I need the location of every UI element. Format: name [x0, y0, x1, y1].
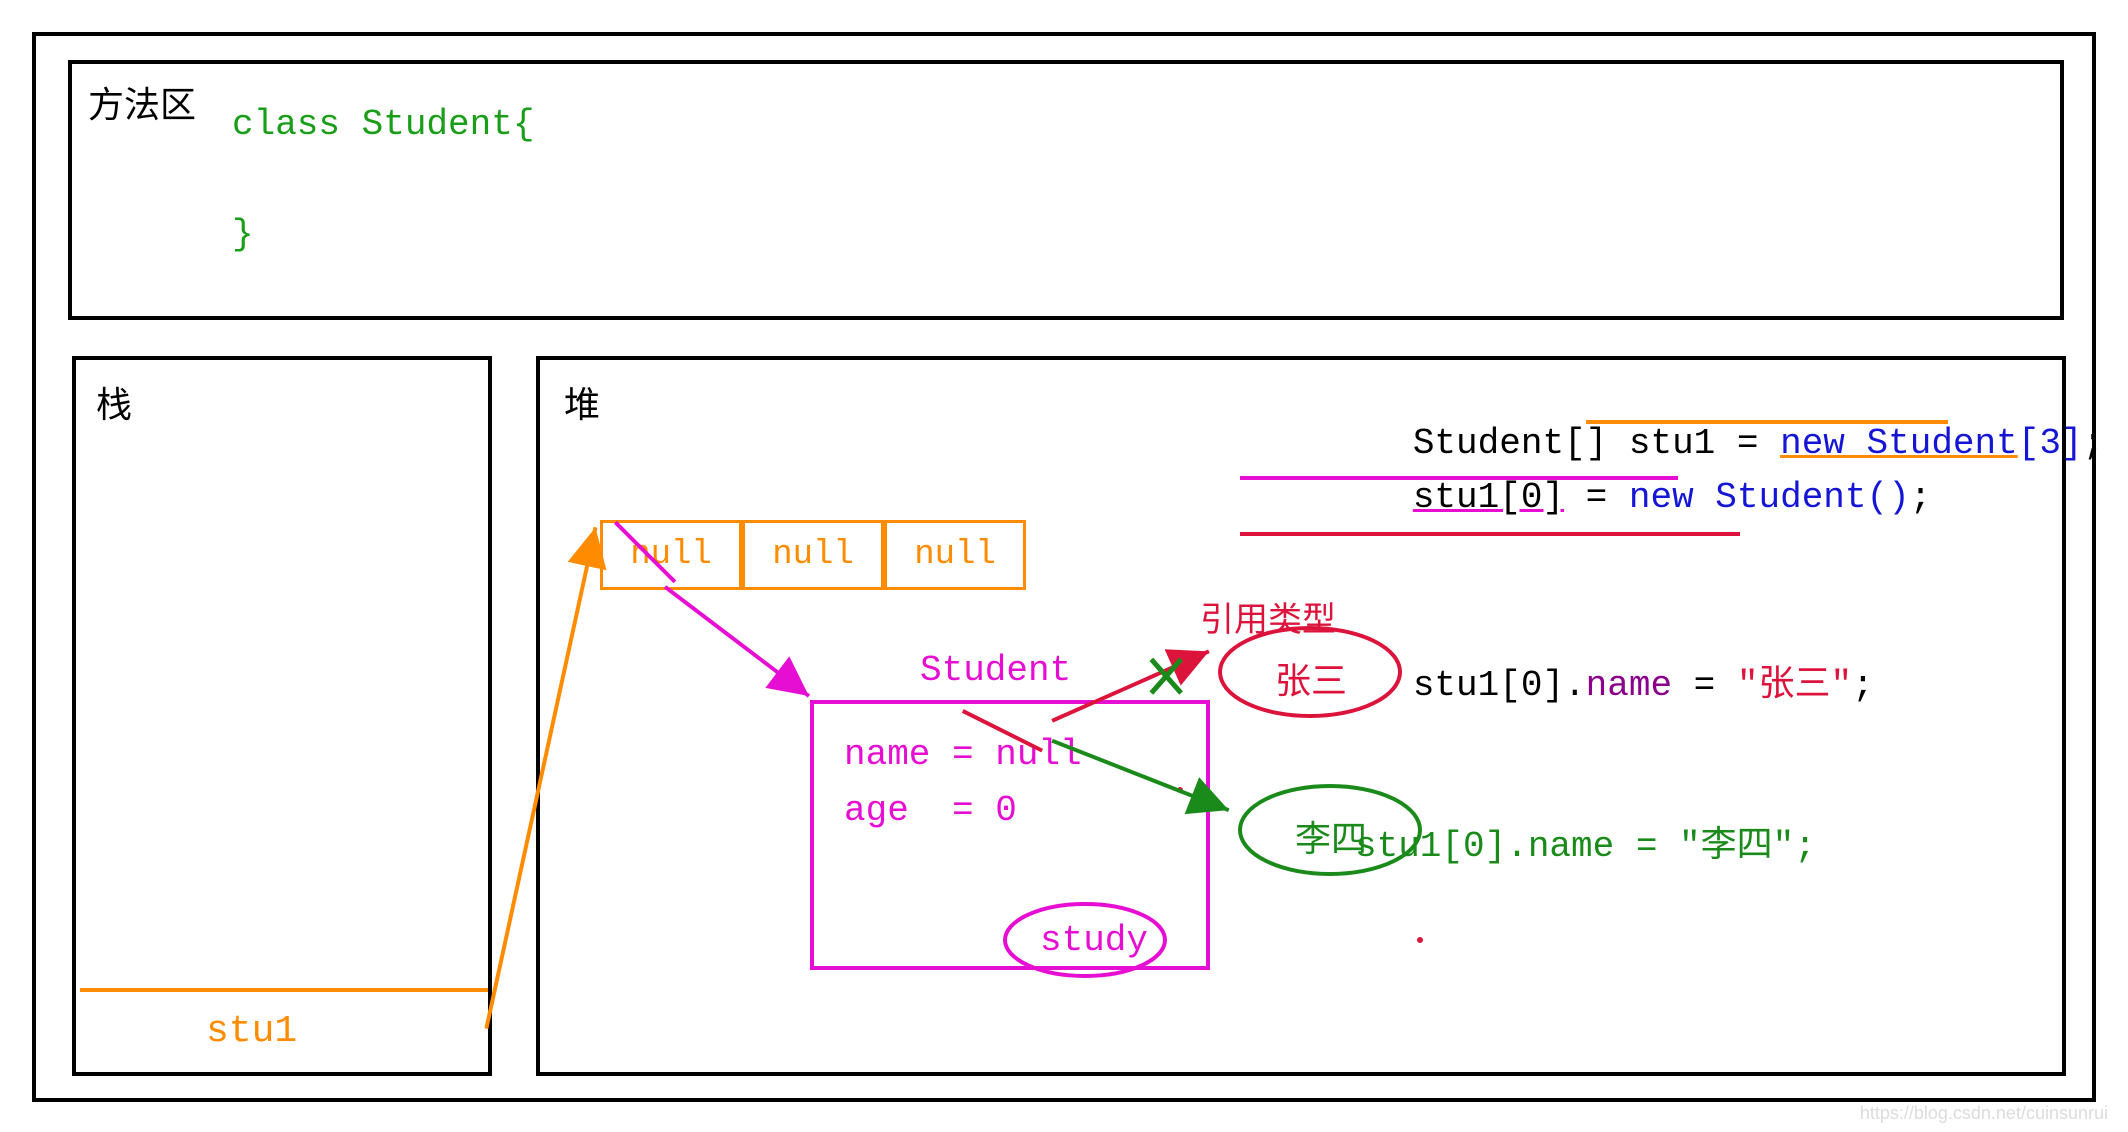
study-label: study [1040, 920, 1148, 961]
student-label: Student [920, 650, 1071, 691]
code-line-3: stu1[0].name = "张三"; [1240, 613, 1931, 747]
code-line-4: stu1[0].name = "李四"; [1355, 815, 2046, 867]
array-cell-1: null [742, 520, 884, 590]
array-cell-2: null [884, 520, 1026, 590]
code-l1d: ; [2083, 423, 2105, 464]
heap-box: 堆 null null null Student name = null age… [536, 356, 2066, 1076]
stack-box: 栈 stu1 [72, 356, 492, 1076]
student-object-box: name = null age = 0 [810, 700, 1210, 970]
code-l3c: = [1672, 665, 1737, 706]
method-area-label: 方法区 [88, 76, 196, 128]
array-cells: null null null [600, 520, 1026, 590]
stu1-var: stu1 [206, 1010, 297, 1053]
code-l1c: [3] [2018, 423, 2083, 464]
code-l2d: ; [1910, 477, 1932, 518]
code-l2b: = [1564, 477, 1629, 518]
code-l3d: "张三" [1737, 665, 1852, 706]
student-name-field: name = null [844, 734, 1082, 775]
code-l3a: stu1[0]. [1413, 665, 1586, 706]
code-l3e: ; [1852, 665, 1874, 706]
heap-label: 堆 [564, 376, 600, 428]
array-cell-0: null [600, 520, 742, 590]
code-line-2: stu1[0] = new Student(); [1240, 436, 1931, 559]
method-area-box: 方法区 class Student{ } [68, 60, 2064, 320]
class-decl-open: class Student{ [232, 104, 534, 145]
code-l3b: name [1586, 665, 1672, 706]
student-age-field: age = 0 [844, 790, 1017, 831]
code-block: Student[] stu1 = new Student[3]; stu1[0]… [1240, 382, 1931, 691]
stack-divider [76, 360, 488, 1072]
code-l2c: new Student() [1629, 477, 1910, 518]
class-decl-close: } [232, 214, 254, 255]
watermark: https://blog.csdn.net/cuinsunrui [1860, 1103, 2108, 1124]
diagram-canvas: 方法区 class Student{ } 栈 stu1 堆 null null … [32, 32, 2096, 1102]
stack-label: 栈 [96, 376, 132, 428]
code-l2a: stu1[0] [1413, 477, 1564, 518]
